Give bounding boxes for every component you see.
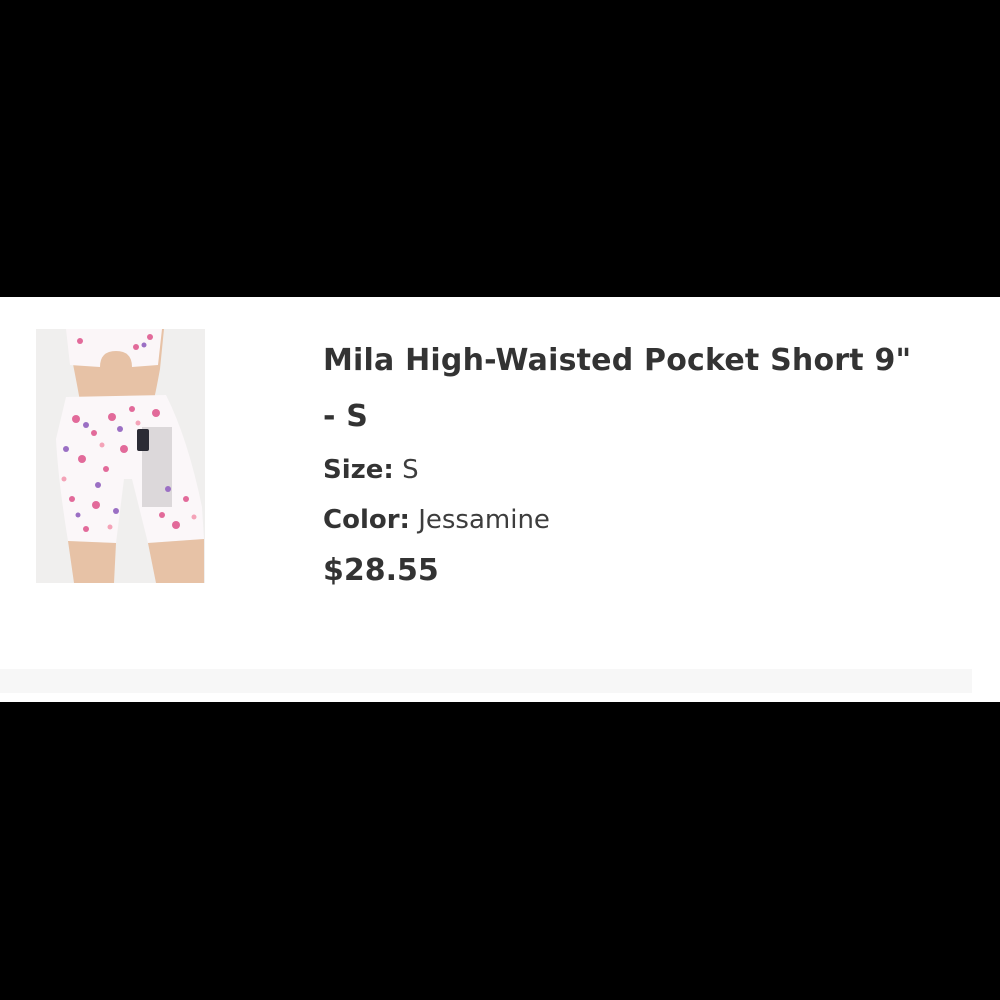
product-details: Mila High-Waisted Pocket Short 9" - S Si… bbox=[323, 333, 963, 593]
size-attribute: Size: S bbox=[323, 445, 963, 495]
product-price: $28.55 bbox=[323, 553, 439, 588]
size-label: Size: bbox=[323, 455, 394, 485]
product-image[interactable] bbox=[36, 329, 205, 583]
color-attribute: Color: Jessamine bbox=[323, 495, 963, 545]
cart-line-item: Mila High-Waisted Pocket Short 9" - S Si… bbox=[0, 297, 1000, 702]
screenshot-frame: Mila High-Waisted Pocket Short 9" - S Si… bbox=[0, 0, 1000, 1000]
product-title[interactable]: Mila High-Waisted Pocket Short 9" - S bbox=[323, 333, 933, 445]
size-value: S bbox=[402, 455, 419, 485]
product-photo-icon bbox=[36, 329, 205, 583]
color-value: Jessamine bbox=[418, 505, 550, 535]
divider-strip bbox=[0, 669, 972, 693]
color-label: Color: bbox=[323, 505, 410, 535]
